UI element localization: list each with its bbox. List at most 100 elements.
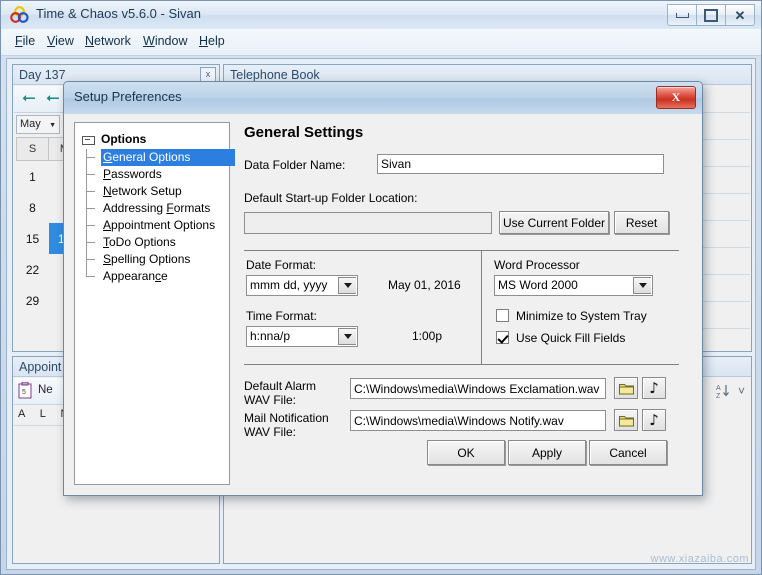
menu-view[interactable]: View bbox=[47, 34, 74, 48]
divider-bottom bbox=[244, 364, 679, 365]
divider-vertical bbox=[481, 250, 482, 365]
folder-icon bbox=[618, 415, 634, 426]
site-watermark: www.xiazaiba.com bbox=[650, 553, 749, 565]
cancel-button[interactable]: Cancel bbox=[589, 440, 667, 465]
tree-item-general-options[interactable]: General Options bbox=[81, 149, 235, 166]
sort-controls: A Z ˅ bbox=[699, 379, 749, 403]
dialog-title-bar: Setup Preferences X bbox=[64, 82, 702, 115]
application-window: Time & Chaos v5.6.0 - Sivan ✕ File View … bbox=[0, 0, 762, 575]
menu-window[interactable]: Window bbox=[143, 34, 187, 48]
options-tree: Options General Options Passwords Networ… bbox=[81, 129, 235, 285]
mail-wav-label-1: Mail Notification bbox=[244, 411, 329, 425]
tree-item-todo-options[interactable]: ToDo Options bbox=[81, 234, 235, 251]
cal-day[interactable]: 15 bbox=[16, 223, 49, 254]
svg-text:Z: Z bbox=[716, 393, 721, 399]
svg-text:A: A bbox=[716, 385, 721, 392]
data-folder-label: Data Folder Name: bbox=[244, 158, 346, 172]
ok-button[interactable]: OK bbox=[427, 440, 505, 465]
general-settings-panel: General Settings Data Folder Name: Defau… bbox=[240, 122, 692, 487]
chevron-down-icon: ▼ bbox=[49, 122, 56, 129]
alarm-wav-label-2: WAV File: bbox=[244, 393, 297, 407]
mail-wav-input[interactable] bbox=[350, 410, 606, 431]
cal-day[interactable]: 29 bbox=[16, 285, 49, 316]
tree-root-options[interactable]: Options bbox=[81, 129, 235, 149]
tree-item-appearance[interactable]: Appearance bbox=[81, 268, 235, 285]
data-folder-input[interactable] bbox=[377, 154, 664, 174]
minimize-icon bbox=[675, 12, 689, 18]
time-format-value: h:nna/p bbox=[250, 329, 291, 343]
tree-item-addressing-formats[interactable]: Addressing Formats bbox=[81, 200, 235, 217]
tree-item-appointment-options[interactable]: Appointment Options bbox=[81, 217, 235, 234]
nav-first-icon[interactable]: ⭠ bbox=[22, 90, 36, 107]
setup-preferences-dialog: Setup Preferences X Options General Opti… bbox=[63, 81, 703, 496]
collapse-box-icon[interactable] bbox=[82, 136, 95, 145]
appointments-title: Appoint bbox=[19, 360, 62, 374]
month-select[interactable]: May ▼ bbox=[16, 115, 60, 134]
minimize-button[interactable] bbox=[667, 4, 697, 26]
menu-bar: File View Network Window Help bbox=[1, 29, 761, 56]
chevron-down-icon[interactable]: ˅ bbox=[738, 384, 745, 398]
chevron-down-icon[interactable] bbox=[338, 328, 356, 345]
date-format-select[interactable]: mmm dd, yyyy bbox=[246, 275, 358, 296]
apply-button[interactable]: Apply bbox=[508, 440, 586, 465]
date-preview: May 01, 2016 bbox=[388, 278, 461, 292]
music-note-icon: ♪ bbox=[649, 410, 659, 429]
menu-file[interactable]: File bbox=[15, 34, 35, 48]
date-format-label: Date Format: bbox=[246, 258, 317, 272]
tree-item-network-setup[interactable]: Network Setup bbox=[81, 183, 235, 200]
svg-text:5: 5 bbox=[22, 389, 26, 396]
day-panel-title: Day 137 bbox=[19, 68, 66, 82]
nav-prev-icon[interactable]: ⭠ bbox=[46, 90, 60, 107]
options-tree-pane: Options General Options Passwords Networ… bbox=[74, 122, 235, 485]
menu-network[interactable]: Network bbox=[85, 34, 131, 48]
alarm-wav-label-1: Default Alarm bbox=[244, 379, 317, 393]
cal-day[interactable]: 22 bbox=[16, 254, 49, 285]
dialog-title: Setup Preferences bbox=[74, 89, 182, 104]
word-processor-select[interactable]: MS Word 2000 bbox=[494, 275, 653, 296]
tree-item-spelling-options[interactable]: Spelling Options bbox=[81, 251, 235, 268]
dialog-body: Options General Options Passwords Networ… bbox=[64, 114, 702, 495]
mail-wav-play-button[interactable]: ♪ bbox=[642, 409, 666, 431]
restore-icon bbox=[704, 8, 718, 22]
page-title: General Settings bbox=[244, 124, 364, 141]
chevron-down-icon[interactable] bbox=[338, 277, 356, 294]
minimize-tray-label: Minimize to System Tray bbox=[516, 309, 647, 323]
alarm-wav-play-button[interactable]: ♪ bbox=[642, 377, 666, 399]
tree-item-passwords[interactable]: Passwords bbox=[81, 166, 235, 183]
word-processor-label: Word Processor bbox=[494, 258, 580, 272]
alarm-wav-input[interactable] bbox=[350, 378, 606, 399]
window-controls: ✕ bbox=[667, 4, 755, 26]
quick-fill-checkbox[interactable] bbox=[496, 331, 509, 344]
alarm-wav-browse-button[interactable] bbox=[614, 377, 638, 399]
music-note-icon: ♪ bbox=[649, 378, 659, 397]
mail-wav-browse-button[interactable] bbox=[614, 409, 638, 431]
new-appointment-button[interactable]: Ne bbox=[38, 384, 53, 396]
cal-day[interactable]: 8 bbox=[16, 192, 49, 223]
chevron-down-icon[interactable] bbox=[633, 277, 651, 294]
reset-button[interactable]: Reset bbox=[614, 211, 669, 234]
word-processor-value: MS Word 2000 bbox=[498, 278, 578, 292]
time-preview: 1:00p bbox=[412, 329, 443, 343]
startup-folder-label: Default Start-up Folder Location: bbox=[244, 191, 418, 205]
mail-wav-label-2: WAV File: bbox=[244, 425, 297, 439]
startup-folder-input[interactable] bbox=[244, 212, 492, 234]
close-icon: ✕ bbox=[734, 7, 746, 23]
title-bar: Time & Chaos v5.6.0 - Sivan ✕ bbox=[1, 1, 761, 30]
quick-fill-label: Use Quick Fill Fields bbox=[516, 331, 626, 345]
time-format-select[interactable]: h:nna/p bbox=[246, 326, 358, 347]
clipboard-icon: 5 bbox=[18, 382, 32, 399]
divider-top bbox=[244, 250, 679, 251]
menu-help[interactable]: Help bbox=[199, 34, 225, 48]
folder-icon bbox=[618, 383, 634, 394]
telephone-book-title: Telephone Book bbox=[230, 68, 320, 82]
minimize-tray-checkbox[interactable] bbox=[496, 309, 509, 322]
maximize-button[interactable] bbox=[696, 4, 726, 26]
use-current-folder-button[interactable]: Use Current Folder bbox=[499, 211, 609, 234]
tree-root-label: Options bbox=[101, 132, 147, 146]
time-format-label: Time Format: bbox=[246, 309, 317, 323]
window-title: Time & Chaos v5.6.0 - Sivan bbox=[36, 6, 201, 21]
close-button[interactable]: ✕ bbox=[725, 4, 755, 26]
sort-az-icon[interactable]: A Z bbox=[716, 383, 732, 399]
dialog-close-button[interactable]: X bbox=[656, 86, 696, 109]
cal-day[interactable]: 1 bbox=[16, 160, 49, 192]
